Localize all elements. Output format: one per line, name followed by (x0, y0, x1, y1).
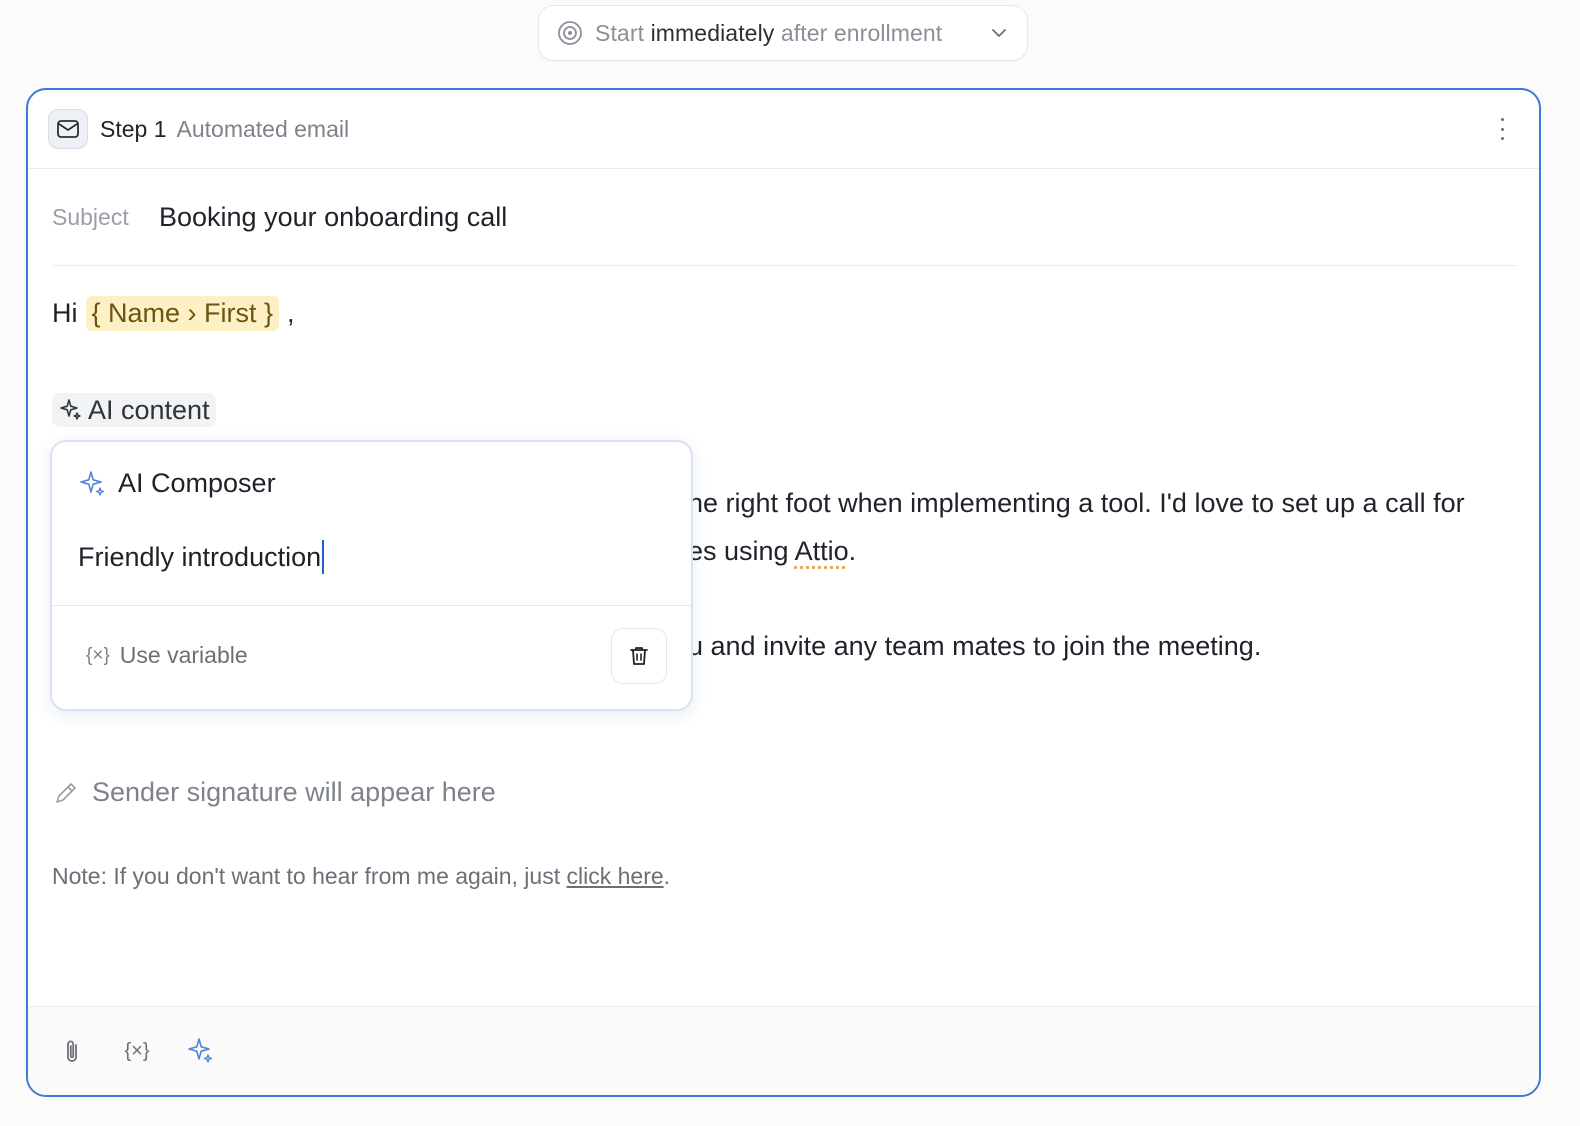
subject-input[interactable]: Booking your onboarding call (159, 202, 507, 233)
ai-compose-button[interactable] (186, 1036, 216, 1066)
signature-placeholder: Sender signature will appear here (52, 777, 496, 808)
sparkle-icon (60, 399, 81, 420)
pencil-icon (56, 782, 76, 803)
spellcheck-word[interactable]: Attio (795, 536, 849, 566)
paperclip-icon (67, 1040, 77, 1062)
text-caret (322, 540, 325, 574)
variable-icon: {×} (124, 1039, 150, 1062)
greeting-line[interactable]: Hi { Name › First } , (52, 296, 295, 331)
composer-prompt-input[interactable]: Friendly introduction (78, 540, 325, 574)
body-line-1[interactable]: he right foot when implementing a tool. … (688, 488, 1465, 519)
step-subtitle: Automated email (176, 115, 350, 142)
trigger-dropdown[interactable]: Start immediately after enrollment (538, 5, 1028, 61)
use-variable-button[interactable]: {×} Use variable (86, 642, 248, 669)
divider (52, 605, 691, 606)
composer-title: AI Composer (118, 468, 276, 498)
unsubscribe-note: Note: If you don't want to hear from me … (52, 863, 671, 889)
ai-composer-popover: AI Composer Friendly introduction {×} Us… (50, 440, 693, 711)
variable-chip[interactable]: { Name › First } (85, 296, 280, 331)
sparkle-icon (188, 1038, 213, 1063)
target-icon (558, 21, 582, 45)
step-title: Step 1 (100, 115, 167, 142)
ai-content-block[interactable]: AI content (52, 393, 216, 427)
subject-label: Subject (52, 204, 129, 230)
unsubscribe-link[interactable]: click here (567, 863, 664, 889)
attach-button[interactable] (58, 1036, 88, 1066)
more-vertical-icon[interactable] (1499, 118, 1505, 140)
insert-variable-button[interactable]: {×} (122, 1036, 152, 1066)
trash-icon (630, 647, 648, 665)
sparkle-icon (80, 470, 105, 496)
mail-icon (48, 109, 88, 149)
composer-header: AI Composer (78, 468, 276, 499)
greeting-comma: , (287, 298, 295, 328)
greeting-text: Hi (52, 298, 78, 328)
body-line-2[interactable]: es using Attio. (688, 536, 856, 567)
editor-toolbar: {×} (28, 1006, 1539, 1095)
variable-icon: {×} (86, 644, 110, 666)
step-header: Step 1 Automated email (28, 90, 1539, 169)
trigger-text: Start immediately after enrollment (595, 19, 943, 46)
chevron-down-icon (992, 29, 1006, 37)
delete-button[interactable] (611, 628, 667, 684)
use-variable-label: Use variable (119, 642, 248, 668)
body-line-3[interactable]: u and invite any team mates to join the … (688, 631, 1261, 662)
subject-row: Subject Booking your onboarding call (52, 170, 1517, 266)
ai-content-label: AI content (88, 394, 210, 425)
email-step-card: Step 1 Automated email Subject Booking y… (26, 88, 1541, 1097)
